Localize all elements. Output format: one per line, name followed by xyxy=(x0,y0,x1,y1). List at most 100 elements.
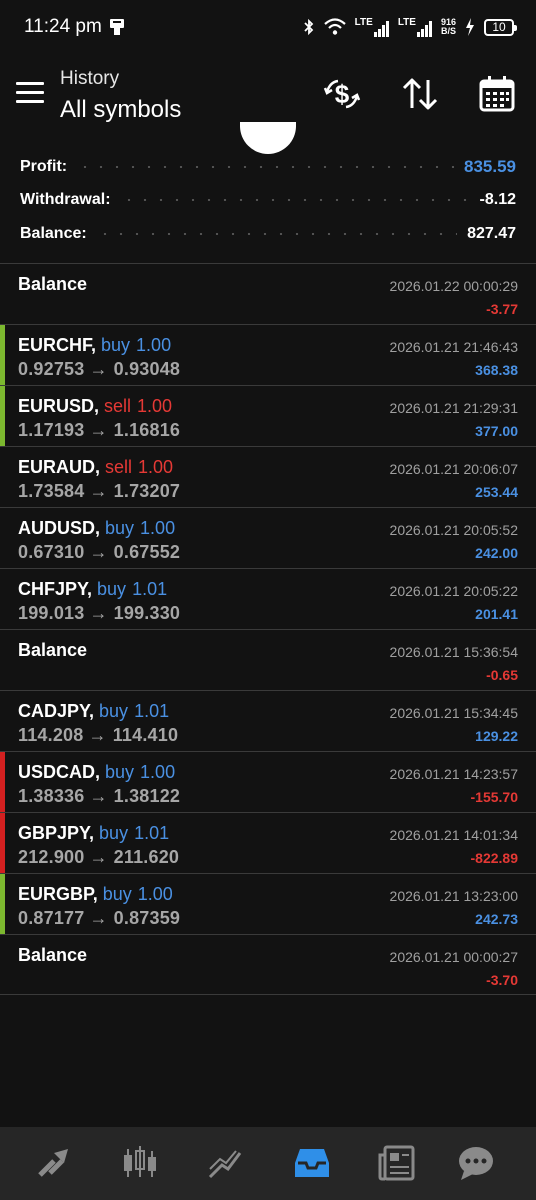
profit-row: Profit: 835.59 xyxy=(20,154,516,180)
order-volume: 1.00 xyxy=(137,396,173,416)
open-price: 199.013 xyxy=(18,603,85,623)
trade-row[interactable]: EURGBP, buy 1.00 0.87177 → 0.87359 2026.01.21 … xyxy=(0,873,536,934)
profit-label: Profit: xyxy=(20,158,68,175)
order-side: buy xyxy=(105,762,135,782)
battery-indicator: 10 xyxy=(484,18,517,36)
profit-value: 835.59 xyxy=(464,157,516,176)
price-arrow-icon: → xyxy=(89,359,108,379)
price-arrow-icon: → xyxy=(89,908,108,928)
balance-operation-row[interactable]: Balance 2026.01.21 00:00:27 -3.70 xyxy=(0,934,536,995)
trade-profit: -3.77 xyxy=(486,301,518,317)
bottom-nav xyxy=(0,1127,536,1200)
symbol-label: CADJPY, buy 1.01 xyxy=(18,701,170,721)
close-price: 0.93048 xyxy=(113,359,181,379)
trade-row[interactable]: AUDUSD, buy 1.00 0.67310 → 0.67552 2026.01.21 … xyxy=(0,507,536,568)
order-volume: 1.01 xyxy=(134,823,170,843)
charging-icon xyxy=(466,18,474,36)
svg-text:$: $ xyxy=(335,79,350,109)
order-volume: 1.00 xyxy=(140,762,176,782)
status-icons: LTE LTE 916 B/S 10 xyxy=(303,14,517,40)
chart-icon[interactable] xyxy=(120,1143,160,1183)
open-price: 114.208 xyxy=(18,725,84,745)
trade-profit: 242.00 xyxy=(475,545,518,561)
close-price: 0.67552 xyxy=(113,542,181,562)
price-range: 114.208 → 114.410 xyxy=(18,725,178,746)
trade-row[interactable]: USDCAD, buy 1.00 1.38336 → 1.38122 2026.01.21 … xyxy=(0,751,536,812)
price-arrow-icon: → xyxy=(89,603,108,623)
history-inbox-icon[interactable] xyxy=(292,1143,332,1183)
trade-row[interactable]: CHFJPY, buy 1.01 199.013 → 199.330 2026.01.21 … xyxy=(0,568,536,629)
symbol-label: EURUSD, sell 1.00 xyxy=(18,396,173,416)
price-range: 199.013 → 199.330 xyxy=(18,603,180,624)
menu-icon[interactable] xyxy=(16,82,44,104)
trade-row[interactable]: CADJPY, buy 1.01 114.208 → 114.410 2026.01.21 … xyxy=(0,690,536,751)
balance-operation-row[interactable]: Balance 2026.01.22 00:00:29 -3.77 xyxy=(0,263,536,324)
trade-time: 2026.01.21 00:00:27 xyxy=(389,949,518,965)
trade-profit: 242.73 xyxy=(475,911,518,927)
open-price: 1.17193 xyxy=(18,420,85,440)
trade-profit: -822.89 xyxy=(470,850,518,866)
close-price: 211.620 xyxy=(113,847,180,867)
chat-icon[interactable] xyxy=(456,1143,496,1183)
price-arrow-icon: → xyxy=(88,725,107,745)
sort-icon[interactable] xyxy=(400,74,440,114)
open-price: 0.67310 xyxy=(18,542,85,562)
currency-exchange-icon[interactable]: $ xyxy=(322,74,362,114)
status-time: 11:24 pm xyxy=(24,16,102,37)
price-arrow-icon: → xyxy=(89,786,108,806)
trade-time: 2026.01.21 21:46:43 xyxy=(389,339,518,355)
symbol-filter[interactable]: All symbols xyxy=(60,96,181,124)
news-icon[interactable] xyxy=(377,1143,417,1183)
symbol-label: AUDUSD, buy 1.00 xyxy=(18,518,176,538)
close-price: 1.73207 xyxy=(113,481,181,501)
close-price: 114.410 xyxy=(112,725,179,745)
symbol-label: EURGBP, buy 1.00 xyxy=(18,884,173,904)
price-range: 0.67310 → 0.67552 xyxy=(18,542,180,563)
price-arrow-icon: → xyxy=(89,847,108,867)
trade-row[interactable]: EURUSD, sell 1.00 1.17193 → 1.16816 2026.01.21… xyxy=(0,385,536,446)
order-volume: 1.00 xyxy=(138,457,174,477)
price-range: 1.38336 → 1.38122 xyxy=(18,786,180,807)
trade-row[interactable]: EURCHF, buy 1.00 0.92753 → 0.93048 2026.01.21 … xyxy=(0,324,536,385)
pull-to-refresh-indicator xyxy=(240,122,296,154)
order-side: sell xyxy=(105,457,133,477)
signal-bars-1-icon xyxy=(373,20,389,37)
symbol-label: USDCAD, buy 1.00 xyxy=(18,762,176,782)
order-volume: 1.01 xyxy=(134,701,170,721)
trade-time: 2026.01.21 15:36:54 xyxy=(389,644,518,660)
order-side: buy xyxy=(101,335,131,355)
price-range: 0.92753 → 0.93048 xyxy=(18,359,180,380)
trade-profit: 368.38 xyxy=(475,362,518,378)
trade-icon[interactable] xyxy=(34,1143,74,1183)
withdrawal-value: -8.12 xyxy=(479,191,516,208)
trade-time: 2026.01.22 00:00:29 xyxy=(389,278,518,294)
calendar-icon[interactable] xyxy=(477,74,517,114)
trade-row[interactable]: GBPJPY, buy 1.01 212.900 → 211.620 2026.01.21 … xyxy=(0,812,536,873)
order-side: buy xyxy=(97,579,127,599)
order-side: buy xyxy=(102,884,132,904)
order-side: sell xyxy=(104,396,132,416)
app-notification-icon xyxy=(110,19,124,35)
trade-row[interactable]: EURAUD, sell 1.00 1.73584 → 1.73207 2026.01.21… xyxy=(0,446,536,507)
network-speed: 916 B/S xyxy=(440,17,456,36)
symbol-label: EURCHF, buy 1.00 xyxy=(18,335,172,355)
trade-time: 2026.01.21 14:23:57 xyxy=(389,766,518,782)
price-arrow-icon: → xyxy=(89,542,108,562)
trade-profit: 201.41 xyxy=(475,606,518,622)
trade-profit: 377.00 xyxy=(475,423,518,439)
price-arrow-icon: → xyxy=(89,481,108,501)
balance-operation-row[interactable]: Balance 2026.01.21 15:36:54 -0.65 xyxy=(0,629,536,690)
trade-time: 2026.01.21 14:01:34 xyxy=(389,827,518,843)
status-bar: 11:24 pm LTE LTE 916 B/S 10 xyxy=(0,0,536,56)
close-price: 1.38122 xyxy=(113,786,181,806)
trade-profit: -3.70 xyxy=(486,972,518,988)
trade-time: 2026.01.21 20:06:07 xyxy=(389,461,518,477)
balance-label: Balance: xyxy=(20,225,87,242)
history-list: Balance 2026.01.22 00:00:29 -3.77 EURCHF, bu… xyxy=(0,263,536,995)
symbol-label: Balance xyxy=(18,945,88,965)
trade-history-icon[interactable] xyxy=(206,1143,246,1183)
price-range: 0.87177 → 0.87359 xyxy=(18,908,180,929)
trade-profit: -155.70 xyxy=(470,789,518,805)
trade-time: 2026.01.21 21:29:31 xyxy=(389,400,518,416)
page-title: History xyxy=(60,68,120,89)
